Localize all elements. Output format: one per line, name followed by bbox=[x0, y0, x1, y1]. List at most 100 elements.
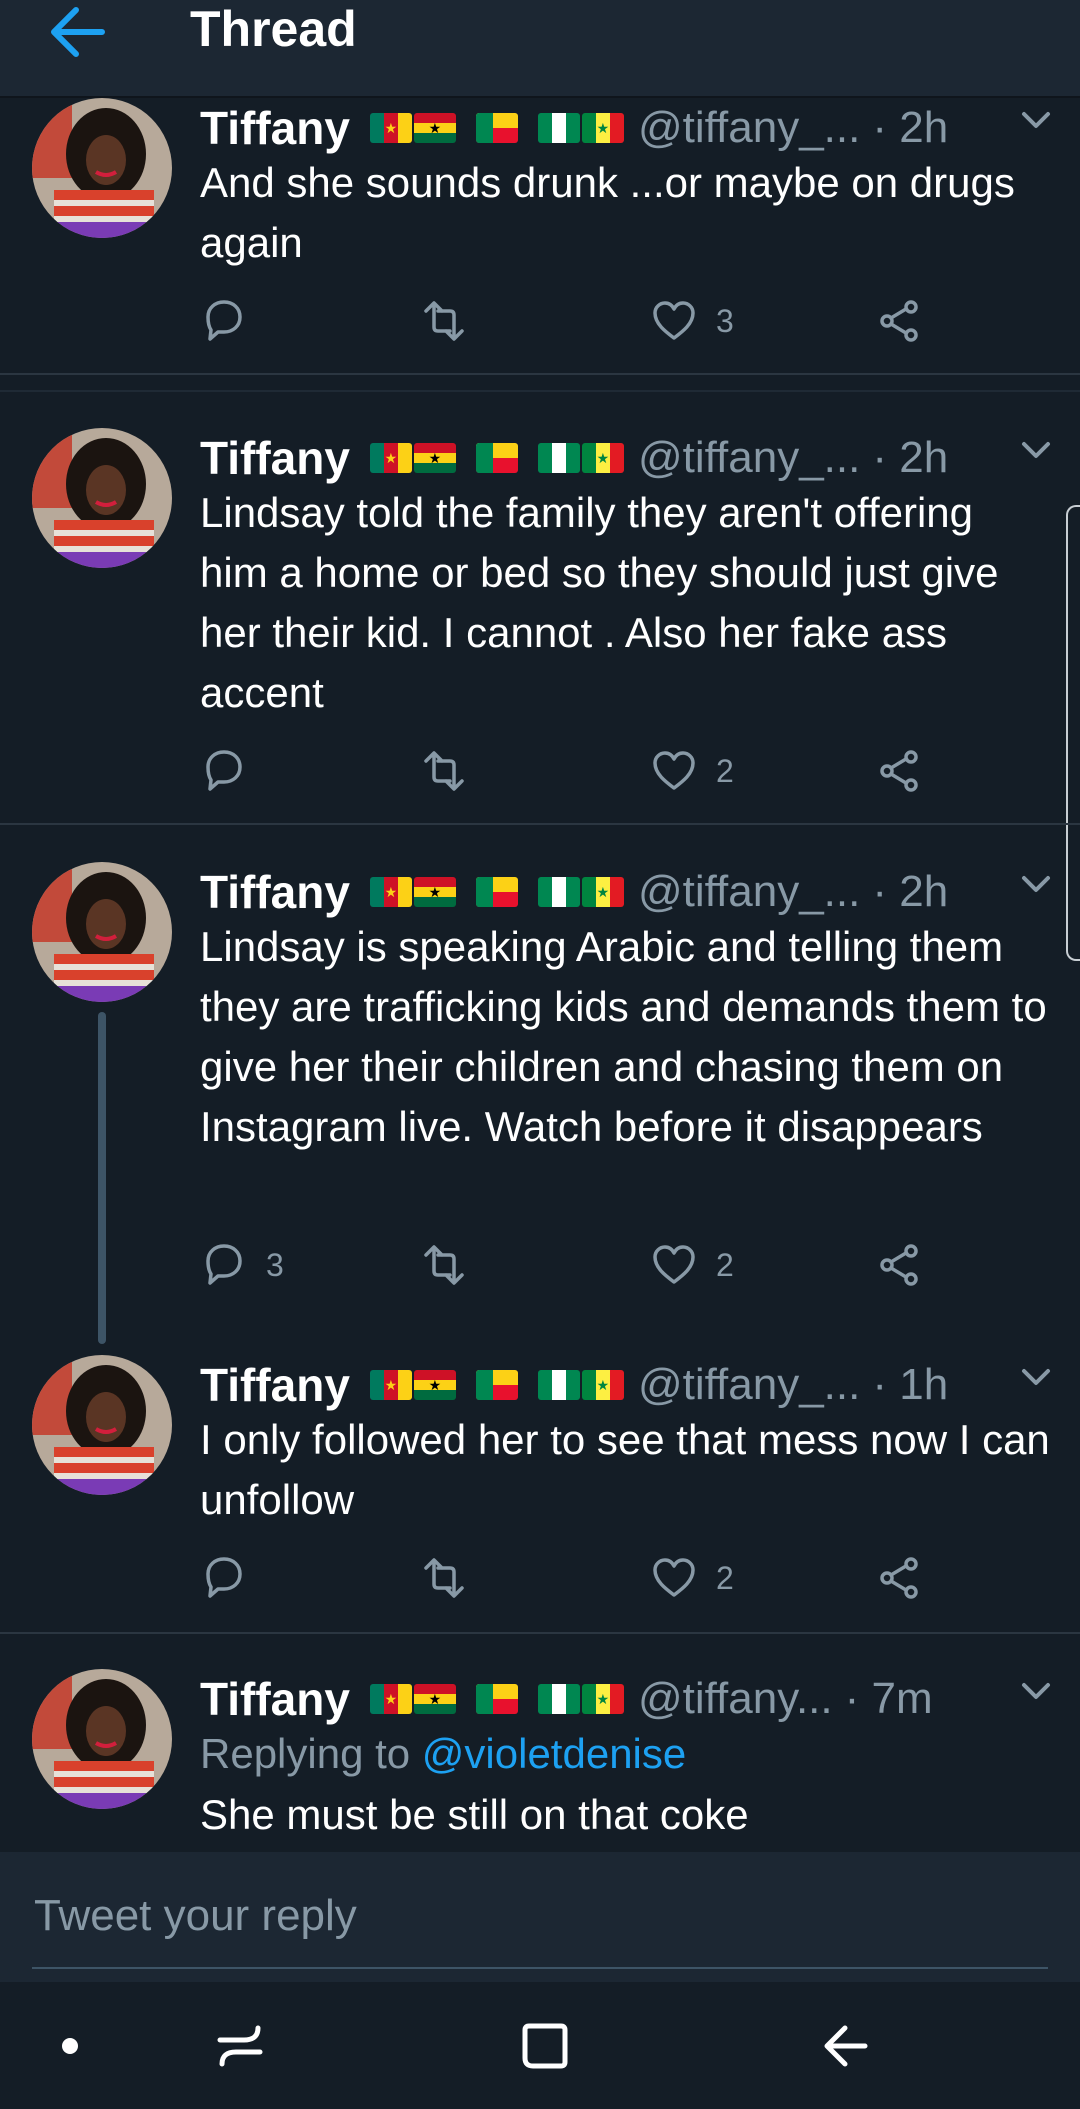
tweet-time: · 1h bbox=[872, 1360, 949, 1409]
author-name[interactable]: Tiffany bbox=[200, 1358, 350, 1412]
retweet-button[interactable] bbox=[420, 741, 486, 801]
reply-button[interactable]: 3 bbox=[200, 1235, 284, 1295]
reply-button[interactable] bbox=[200, 1548, 266, 1608]
system-nav-bar bbox=[0, 1982, 1080, 2109]
author-handle[interactable]: @tiffany_... bbox=[638, 103, 860, 153]
avatar[interactable] bbox=[32, 1669, 172, 1809]
top-app-bar: Thread bbox=[0, 0, 1080, 98]
replying-to-label: Replying to bbox=[200, 1730, 411, 1777]
nigeria-flag-icon bbox=[537, 443, 580, 473]
tweet-text: And she sounds drunk ...or maybe on drug… bbox=[200, 159, 1015, 266]
profile-photo-icon bbox=[32, 1355, 172, 1495]
nigeria-flag-icon bbox=[537, 1684, 580, 1714]
dot-icon bbox=[62, 2037, 78, 2054]
chevron-down-icon[interactable] bbox=[1016, 1363, 1056, 1393]
author-handle[interactable]: @tiffany_... bbox=[638, 1360, 860, 1410]
tweet-header: Tiffany ★ ★ ★ @tiffany... · 7m bbox=[200, 1669, 1000, 1729]
reply-button[interactable] bbox=[200, 291, 266, 351]
like-count: 2 bbox=[716, 1246, 734, 1283]
like-icon bbox=[653, 301, 695, 340]
author-handle[interactable]: @tiffany_... bbox=[638, 867, 860, 917]
cameroon-flag-icon: ★ bbox=[369, 113, 412, 143]
mention-link[interactable]: @violetdenise bbox=[422, 1730, 686, 1777]
retweet-button[interactable] bbox=[420, 1548, 486, 1608]
senegal-flag-icon: ★ bbox=[581, 1684, 624, 1714]
chevron-down-icon[interactable] bbox=[1016, 436, 1056, 466]
retweet-button[interactable] bbox=[420, 291, 486, 351]
author-handle[interactable]: @tiffany_... bbox=[638, 433, 860, 483]
flag-emojis: ★ ★ ★ bbox=[369, 113, 626, 143]
like-icon bbox=[653, 1245, 695, 1284]
author-name[interactable]: Tiffany bbox=[200, 1672, 350, 1726]
divider bbox=[0, 390, 1080, 392]
home-button[interactable] bbox=[500, 1982, 590, 2109]
like-count: 3 bbox=[716, 302, 734, 339]
tweet-time: · 2h bbox=[872, 103, 949, 152]
reply-icon bbox=[206, 1557, 242, 1598]
tweet-text: Lindsay told the family they aren't offe… bbox=[200, 489, 999, 716]
senegal-flag-icon: ★ bbox=[581, 877, 624, 907]
cameroon-flag-icon: ★ bbox=[369, 443, 412, 473]
benin-flag-icon bbox=[475, 113, 518, 143]
share-button[interactable] bbox=[875, 741, 923, 801]
share-button[interactable] bbox=[875, 1235, 923, 1295]
profile-photo-icon bbox=[32, 428, 172, 568]
divider bbox=[0, 823, 1080, 825]
tweet[interactable]: Tiffany ★ ★ ★ @tiffany_... · 2h And she so… bbox=[0, 98, 1080, 373]
like-button[interactable]: 2 bbox=[650, 741, 734, 801]
like-button[interactable]: 2 bbox=[650, 1548, 734, 1608]
author-name[interactable]: Tiffany bbox=[200, 865, 350, 919]
tweet[interactable]: Tiffany ★ ★ ★ @tiffany_... · 2h Lindsay to… bbox=[0, 428, 1080, 823]
flag-emojis: ★ ★ ★ bbox=[369, 1370, 626, 1400]
author-name[interactable]: Tiffany bbox=[200, 101, 350, 155]
tweet[interactable]: Tiffany ★ ★ ★ @tiffany_... · 2h Lindsay is… bbox=[0, 862, 1080, 1302]
home-icon bbox=[522, 2023, 568, 2068]
chevron-down-icon[interactable] bbox=[1016, 1677, 1056, 1707]
ghana-flag-icon: ★ bbox=[413, 877, 456, 907]
ghana-flag-icon: ★ bbox=[413, 443, 456, 473]
author-handle[interactable]: @tiffany... bbox=[638, 1674, 833, 1724]
back-button[interactable] bbox=[46, 2, 114, 62]
avatar[interactable] bbox=[32, 98, 172, 238]
avatar[interactable] bbox=[32, 428, 172, 568]
flag-emojis: ★ ★ ★ bbox=[369, 1684, 626, 1714]
benin-flag-icon bbox=[475, 1684, 518, 1714]
reply-button[interactable] bbox=[200, 741, 266, 801]
avatar[interactable] bbox=[32, 1355, 172, 1495]
reply-input[interactable] bbox=[32, 1860, 1052, 1972]
tweet-text: Lindsay is speaking Arabic and telling t… bbox=[200, 923, 1047, 1150]
retweet-icon bbox=[424, 1245, 464, 1285]
retweet-icon bbox=[424, 1558, 464, 1598]
like-button[interactable]: 3 bbox=[650, 291, 734, 351]
benin-flag-icon bbox=[475, 1370, 518, 1400]
system-back-button[interactable] bbox=[800, 1982, 890, 2109]
retweet-button[interactable] bbox=[420, 1235, 486, 1295]
nav-dot-button[interactable] bbox=[40, 1982, 100, 2109]
tweet-actions: 3 bbox=[200, 291, 960, 351]
divider bbox=[0, 373, 1080, 375]
author-name[interactable]: Tiffany bbox=[200, 431, 350, 485]
tweet-actions: 2 bbox=[200, 1548, 960, 1608]
ghana-flag-icon: ★ bbox=[413, 1370, 456, 1400]
avatar[interactable] bbox=[32, 862, 172, 1002]
share-button[interactable] bbox=[875, 1548, 923, 1608]
tweet-text: She must be still on that coke bbox=[200, 1791, 749, 1838]
benin-flag-icon bbox=[475, 443, 518, 473]
like-icon bbox=[653, 751, 695, 790]
tweet[interactable]: Tiffany ★ ★ ★ @tiffany_... · 1h I only fol… bbox=[0, 1355, 1080, 1615]
chevron-down-icon[interactable] bbox=[1016, 106, 1056, 136]
arrow-left-icon bbox=[51, 7, 105, 57]
senegal-flag-icon: ★ bbox=[581, 1370, 624, 1400]
tweet[interactable]: Tiffany ★ ★ ★ @tiffany... · 7m Replying to… bbox=[0, 1669, 1080, 1852]
tweet-header: Tiffany ★ ★ ★ @tiffany_... · 2h bbox=[200, 428, 1000, 488]
like-icon bbox=[653, 1558, 695, 1597]
share-button[interactable] bbox=[875, 291, 923, 351]
like-count: 2 bbox=[716, 752, 734, 789]
chevron-down-icon[interactable] bbox=[1016, 870, 1056, 900]
retweet-icon bbox=[424, 751, 464, 791]
share-icon bbox=[880, 300, 918, 342]
like-button[interactable]: 2 bbox=[650, 1235, 734, 1295]
flag-emojis: ★ ★ ★ bbox=[369, 443, 626, 473]
nigeria-flag-icon bbox=[537, 113, 580, 143]
recent-apps-button[interactable] bbox=[200, 1982, 280, 2109]
